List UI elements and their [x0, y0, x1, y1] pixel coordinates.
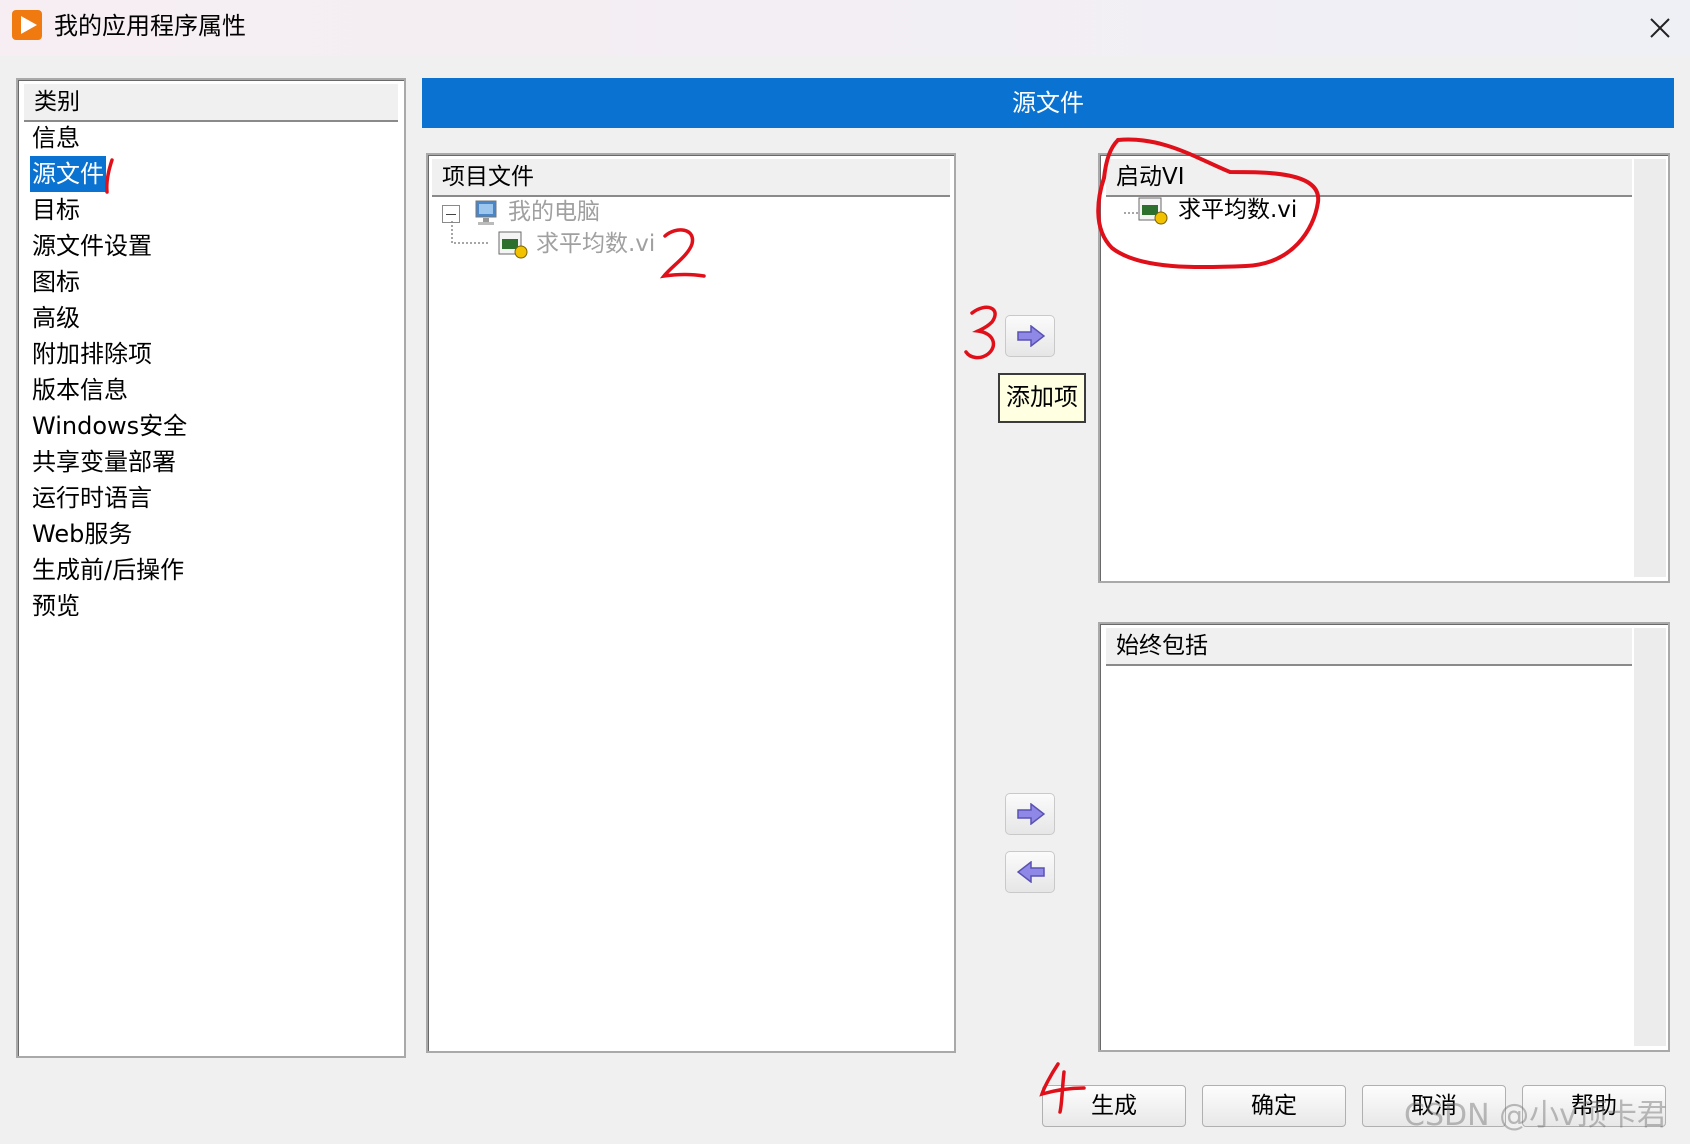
category-item-source-file-settings[interactable]: 源文件设置 — [30, 228, 154, 264]
project-files-header: 项目文件 — [432, 159, 950, 197]
always-included-scrollbar[interactable] — [1634, 628, 1666, 1046]
category-item-runtime-languages[interactable]: 运行时语言 — [30, 480, 154, 516]
watermark: CSDN @小v顶卡君 — [1404, 1098, 1667, 1133]
always-included-list[interactable]: 始终包括 — [1098, 622, 1670, 1052]
arrow-right-icon — [1017, 325, 1045, 347]
add-item-tooltip: 添加项 — [998, 373, 1086, 423]
always-included-header: 始终包括 — [1106, 628, 1632, 666]
add-startup-vi-button[interactable] — [1005, 315, 1055, 357]
category-list: 类别 信息 源文件 目标 源文件设置 图标 高级 附加排除项 版本信息 Wind… — [16, 78, 406, 1058]
startup-scrollbar[interactable] — [1634, 159, 1666, 577]
arrow-right-icon — [1017, 803, 1045, 825]
startup-vi-item[interactable]: 求平均数.vi — [1178, 193, 1297, 227]
section-title: 源文件 — [422, 78, 1674, 128]
category-item-web-services[interactable]: Web服务 — [30, 516, 134, 552]
category-item-additional-exclusions[interactable]: 附加排除项 — [30, 336, 154, 372]
category-item-shared-variable-deployment[interactable]: 共享变量部署 — [30, 444, 178, 480]
add-always-include-button[interactable] — [1005, 793, 1055, 835]
arrow-left-icon — [1017, 861, 1045, 883]
close-button[interactable] — [1640, 8, 1680, 48]
project-files-tree[interactable]: 项目文件 我的电脑 求平均数.vi — [426, 153, 956, 1053]
category-item-windows-security[interactable]: Windows安全 — [30, 408, 189, 444]
startup-vis-header: 启动VI — [1106, 159, 1632, 197]
startup-vis-list[interactable]: 启动VI 求平均数.vi — [1098, 153, 1670, 583]
close-icon — [1650, 18, 1670, 38]
title-bar: 我的应用程序属性 — [0, 0, 1690, 56]
category-item-advanced[interactable]: 高级 — [30, 300, 82, 336]
annotation-mark-3 — [964, 305, 997, 360]
build-button[interactable]: 生成 — [1042, 1085, 1186, 1127]
category-header: 类别 — [24, 84, 398, 122]
vi-file-icon — [498, 231, 528, 259]
play-icon — [12, 10, 42, 40]
category-item-info[interactable]: 信息 — [30, 120, 82, 156]
category-item-pre-post-build-actions[interactable]: 生成前/后操作 — [30, 552, 186, 588]
remove-always-include-button[interactable] — [1005, 851, 1055, 893]
tree-connector-line — [451, 221, 488, 244]
category-item-version-info[interactable]: 版本信息 — [30, 372, 130, 408]
tree-node-my-computer[interactable]: 我的电脑 — [508, 195, 600, 229]
tree-node-average-vi[interactable]: 求平均数.vi — [536, 227, 655, 261]
category-item-destinations[interactable]: 目标 — [30, 192, 82, 228]
category-item-source-files[interactable]: 源文件 — [30, 156, 106, 192]
category-item-icon[interactable]: 图标 — [30, 264, 82, 300]
window-title: 我的应用程序属性 — [54, 12, 246, 40]
vi-file-icon — [1138, 197, 1168, 225]
category-item-preview[interactable]: 预览 — [30, 588, 82, 624]
ok-button[interactable]: 确定 — [1202, 1085, 1346, 1127]
